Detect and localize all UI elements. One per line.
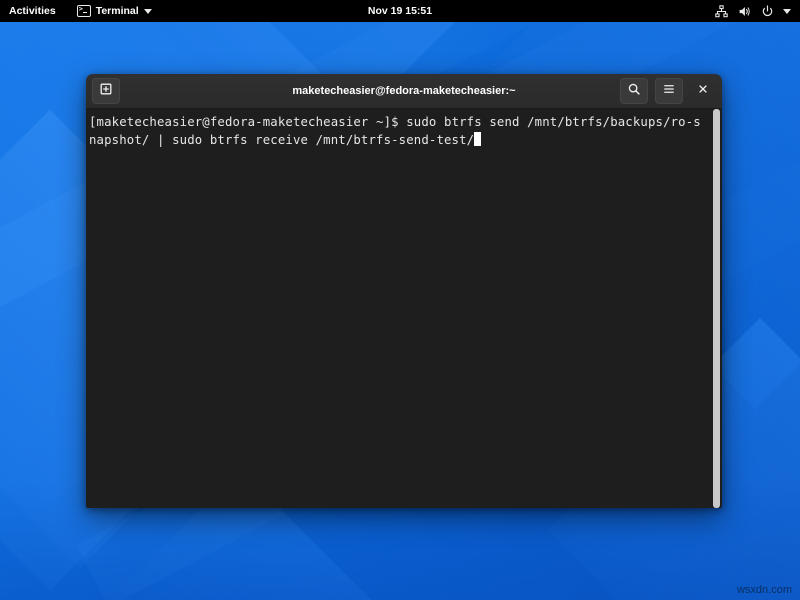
- terminal-scrollbar-thumb[interactable]: [713, 109, 720, 508]
- desktop-screen: Activities Terminal Nov 19 15:51: [0, 0, 800, 600]
- terminal-window[interactable]: maketecheasier@fedora-maketecheasier:~: [86, 74, 722, 508]
- new-terminal-icon: [99, 82, 113, 101]
- chevron-down-icon: [144, 9, 152, 14]
- terminal-scrollbar[interactable]: [713, 109, 720, 508]
- volume-icon: [737, 4, 751, 18]
- activities-button[interactable]: Activities: [0, 0, 65, 22]
- search-button[interactable]: [620, 78, 648, 104]
- chevron-down-icon: [783, 9, 791, 14]
- power-icon: [760, 4, 774, 18]
- watermark: wsxdn.com: [737, 584, 792, 596]
- terminal-icon: [77, 5, 91, 17]
- close-icon: [697, 82, 709, 100]
- activities-label: Activities: [9, 5, 56, 17]
- app-menu-label: Terminal: [96, 5, 139, 17]
- new-terminal-button[interactable]: [92, 78, 120, 104]
- system-tray[interactable]: [714, 0, 800, 22]
- close-button[interactable]: [690, 79, 716, 103]
- terminal-titlebar[interactable]: maketecheasier@fedora-maketecheasier:~: [86, 74, 722, 109]
- hamburger-menu-button[interactable]: [655, 78, 683, 104]
- network-icon: [714, 4, 728, 18]
- terminal-output: [maketecheasier@fedora-maketecheasier ~]…: [89, 113, 708, 149]
- shell-prompt: [maketecheasier@fedora-maketecheasier ~]…: [89, 115, 406, 129]
- hamburger-menu-icon: [662, 82, 676, 101]
- search-icon: [627, 82, 641, 101]
- text-cursor: [474, 132, 481, 146]
- app-menu-terminal[interactable]: Terminal: [69, 0, 160, 22]
- gnome-top-bar: Activities Terminal Nov 19 15:51: [0, 0, 800, 22]
- terminal-content-area[interactable]: [maketecheasier@fedora-maketecheasier ~]…: [86, 109, 722, 508]
